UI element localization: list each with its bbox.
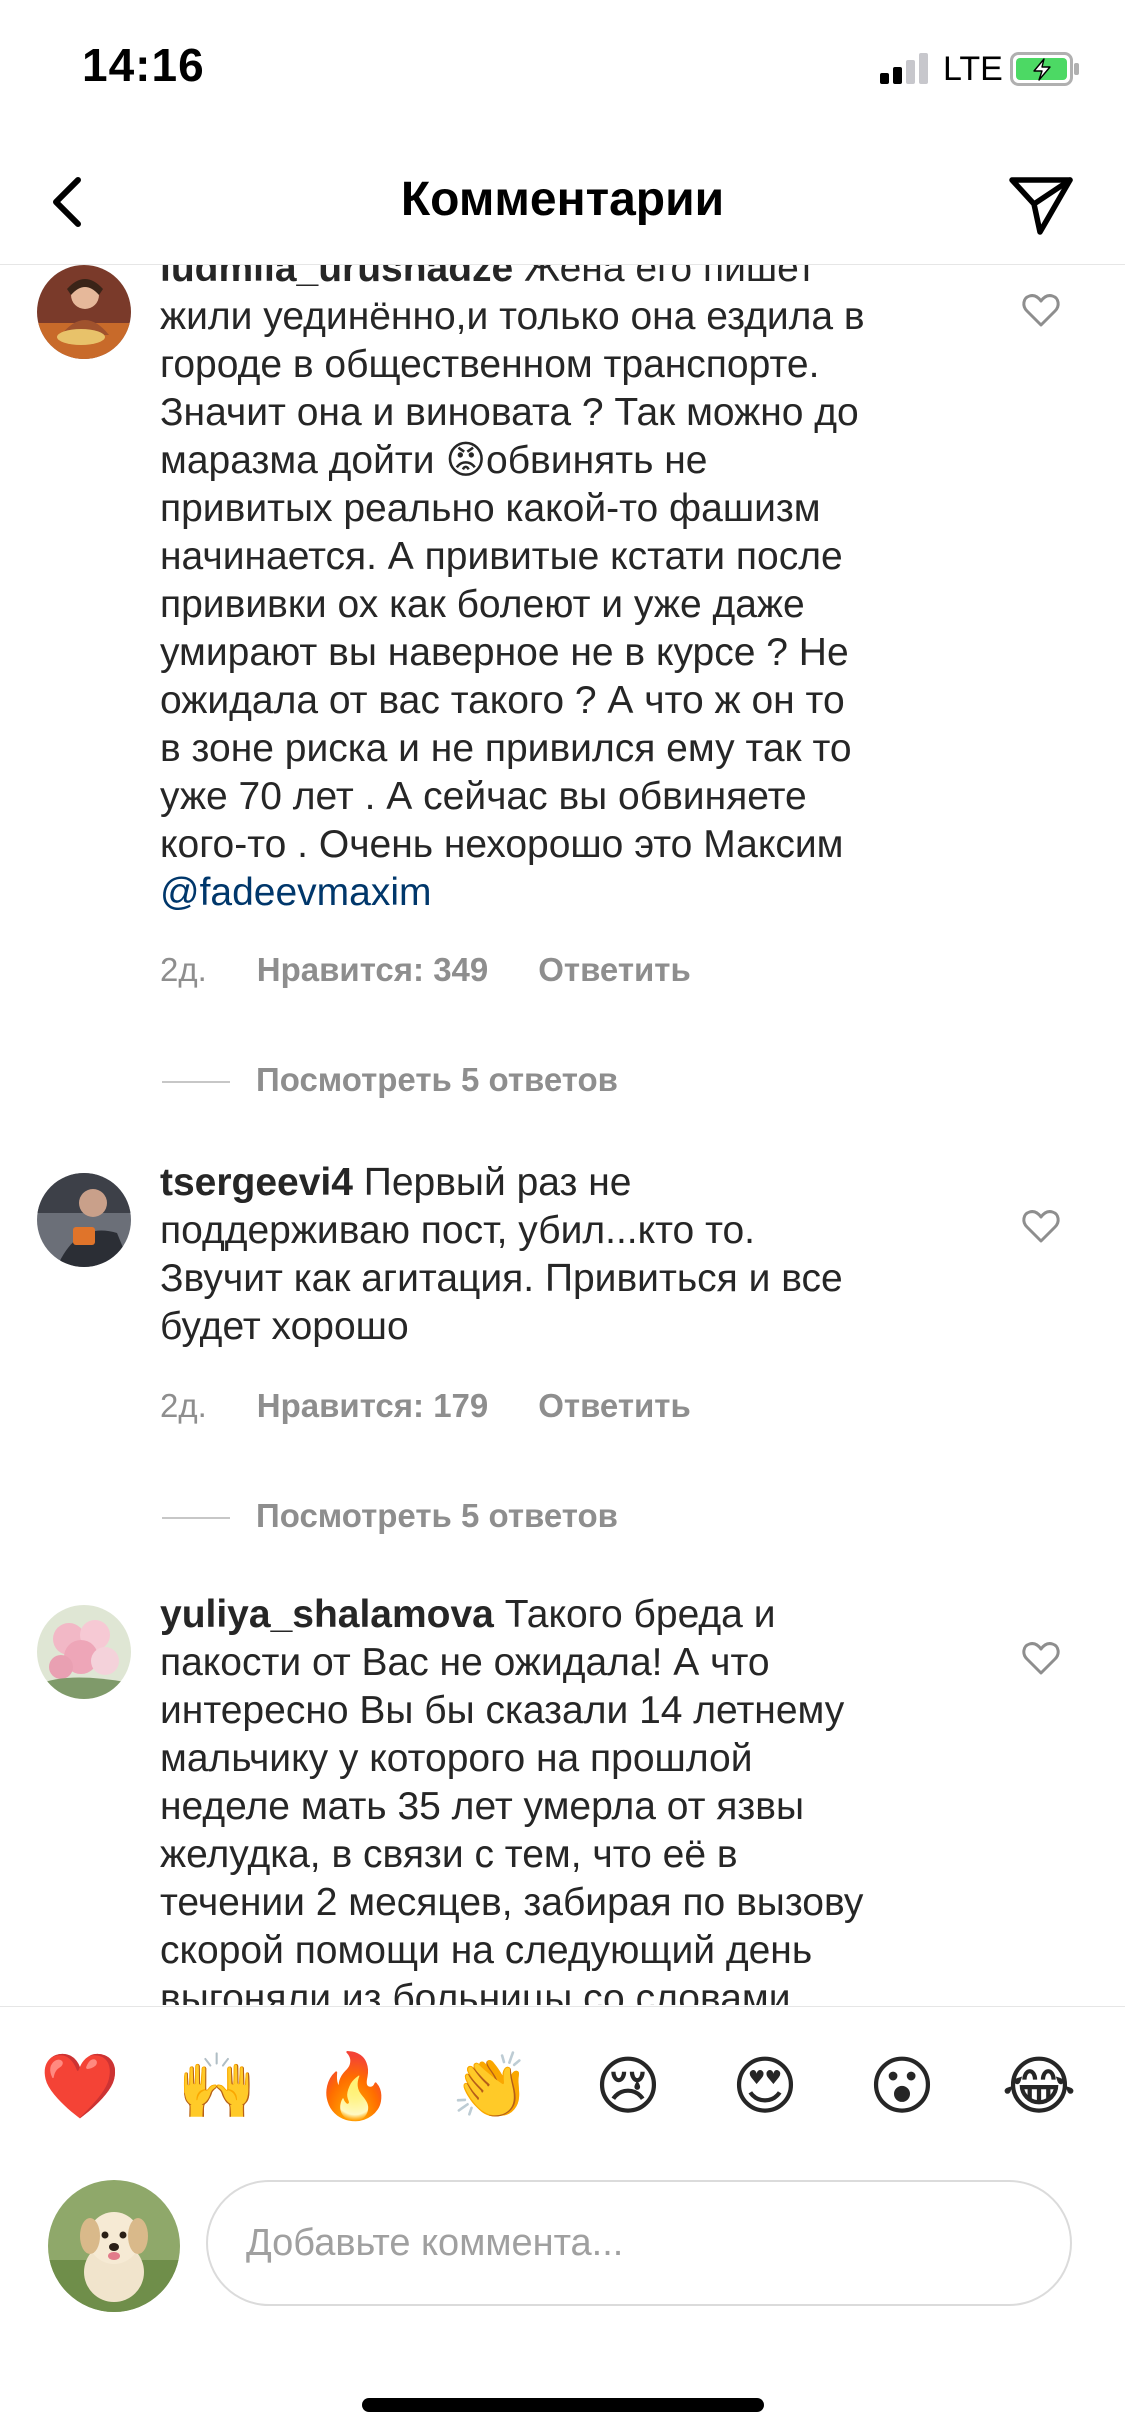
emoji-heart[interactable]: ❤️ xyxy=(40,2047,120,2127)
emoji-clapping[interactable]: 👏 xyxy=(451,2047,531,2127)
comment-username[interactable]: yuliya_shalamova xyxy=(160,1593,494,1636)
likes-count[interactable]: Нравится: 349 xyxy=(257,951,488,988)
status-bar: 14:16 LTE xyxy=(0,0,1125,140)
replies-divider xyxy=(162,1081,230,1083)
home-indicator[interactable] xyxy=(362,2398,764,2412)
emoji-fire[interactable]: 🔥 xyxy=(314,2047,394,2127)
reply-button[interactable]: Ответить xyxy=(538,1387,691,1424)
user-avatar[interactable] xyxy=(48,2180,180,2312)
avatar[interactable] xyxy=(37,265,131,359)
replies-divider xyxy=(162,1517,230,1519)
emoji-laughing[interactable]: 😂 xyxy=(999,2047,1079,2127)
comment-username[interactable]: ludmila_urushadze xyxy=(160,265,513,290)
heart-icon[interactable] xyxy=(1020,289,1062,331)
reply-button[interactable]: Ответить xyxy=(538,951,691,988)
mention-link[interactable]: @fadeevmaxim xyxy=(160,869,432,917)
emoji-bar: ❤️ 🙌 🔥 👏 😢 😍 😮 😂 xyxy=(0,2006,1125,2177)
paper-plane-icon[interactable] xyxy=(1000,162,1080,242)
comment-meta: 2д. Нравится: 179 Ответить xyxy=(160,1387,741,1425)
network-label: LTE xyxy=(943,50,1003,88)
battery-icon xyxy=(1010,52,1079,86)
status-time: 14:16 xyxy=(82,39,205,91)
nav-bar: Комментарии xyxy=(0,140,1125,265)
comment-item: tsergeevi4 Первый раз не поддерживаю пост… xyxy=(0,1161,1125,1553)
emoji-crying[interactable]: 😢 xyxy=(588,2047,668,2127)
likes-count[interactable]: Нравится: 179 xyxy=(257,1387,488,1424)
comments-list[interactable]: ludmila_urushadze Жена его пишет жили уед… xyxy=(0,265,1125,2005)
emoji-raising-hands[interactable]: 🙌 xyxy=(177,2047,257,2127)
comment-item: ludmila_urushadze Жена его пишет жили уед… xyxy=(0,265,1125,1105)
comment-body: ludmila_urushadze Жена его пишет жили уед… xyxy=(160,265,980,917)
heart-icon[interactable] xyxy=(1020,1637,1062,1679)
avatar[interactable] xyxy=(37,1605,131,1699)
comment-time: 2д. xyxy=(160,1387,207,1424)
comment-item: yuliya_shalamova Такого бреда и пакости о… xyxy=(0,1593,1125,2005)
emoji-surprised[interactable]: 😮 xyxy=(862,2047,942,2127)
comment-time: 2д. xyxy=(160,951,207,988)
comment-username[interactable]: tsergeevi4 xyxy=(160,1161,353,1204)
avatar[interactable] xyxy=(37,1173,131,1267)
view-replies-label: Посмотреть 5 ответов xyxy=(256,1061,618,1098)
comment-body: yuliya_shalamova Такого бреда и пакости о… xyxy=(160,1593,864,2005)
comment-meta: 2д. Нравится: 349 Ответить xyxy=(160,951,741,989)
comment-body: tsergeevi4 Первый раз не поддерживаю пост… xyxy=(160,1161,843,1348)
signal-icon xyxy=(880,52,928,84)
comment-composer xyxy=(0,2176,1125,2326)
comment-input[interactable] xyxy=(206,2180,1072,2306)
view-replies-label: Посмотреть 5 ответов xyxy=(256,1497,618,1534)
page-title: Комментарии xyxy=(400,173,725,226)
emoji-heart-eyes[interactable]: 😍 xyxy=(725,2047,805,2127)
heart-icon[interactable] xyxy=(1020,1205,1062,1247)
